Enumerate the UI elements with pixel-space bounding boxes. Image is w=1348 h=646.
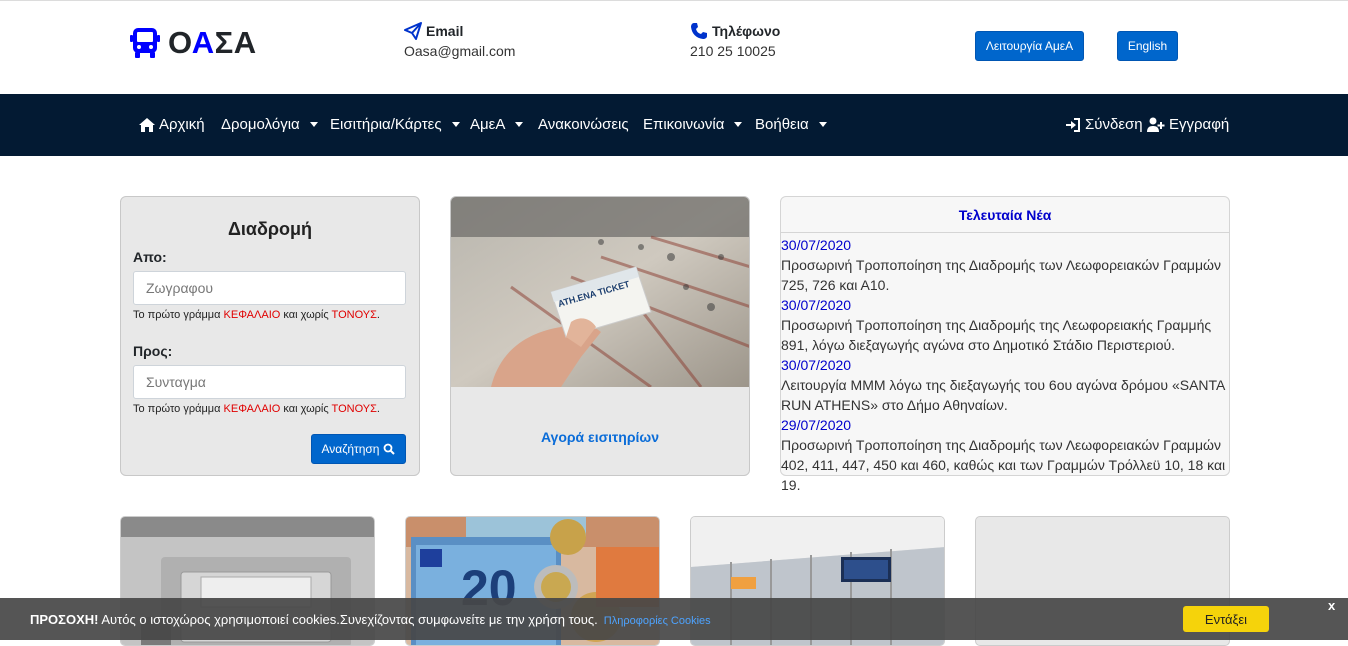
- caret-down-icon: [734, 122, 743, 127]
- nav-tickets-label: Εισιτήρια/Κάρτες: [330, 116, 442, 133]
- news-date: 29/07/2020: [781, 417, 852, 433]
- search-button-label: Αναζήτηση: [321, 442, 380, 456]
- buy-tickets-link[interactable]: Αγορά εισιτηρίων: [451, 429, 749, 445]
- news-title: Τελευταία Νέα: [781, 197, 1229, 233]
- bus-icon: [130, 28, 160, 58]
- news-date: 30/07/2020: [781, 237, 852, 253]
- accessibility-mode-button[interactable]: Λειτουργία ΑμεΑ: [975, 31, 1084, 61]
- nav-help-label: Βοήθεια: [755, 116, 809, 133]
- nav-home[interactable]: Αρχική: [139, 116, 205, 133]
- nav-login[interactable]: Σύνδεση: [1065, 116, 1143, 133]
- ticket-purchase-card[interactable]: ATH.ENA TICKET Αγορά εισιτηρίων: [450, 196, 750, 476]
- news-date: 30/07/2020: [781, 357, 852, 373]
- nav-login-label: Σύνδεση: [1085, 116, 1143, 133]
- nav-accessibility[interactable]: ΑμεΑ: [470, 116, 524, 133]
- cookie-accept-button[interactable]: Εντάξει: [1183, 606, 1269, 632]
- from-label: Απο:: [133, 249, 167, 265]
- phone-contact: Τηλέφωνο 210 25 10025: [690, 22, 780, 59]
- from-input[interactable]: Ζωγραφου: [133, 271, 406, 305]
- news-item[interactable]: Προσωρινή Τροποποίηση της Διαδρομής των …: [781, 435, 1229, 495]
- route-search-card: Διαδρομή Απο: Ζωγραφου Το πρώτο γράμμα Κ…: [120, 196, 420, 476]
- email-contact: Email Oasa@gmail.com: [404, 22, 515, 59]
- cookie-banner: ΠΡΟΣΟΧΗ! Αυτός ο ιστοχώρος χρησιμοποιεί …: [0, 598, 1348, 640]
- phone-icon: [691, 23, 707, 39]
- ticket-photo-graphic: ATH.ENA TICKET: [451, 197, 749, 387]
- user-plus-icon: [1147, 117, 1165, 132]
- cookie-info-link[interactable]: Πληροφορίες Cookies: [604, 615, 711, 627]
- phone-value[interactable]: 210 25 10025: [690, 43, 780, 59]
- home-icon: [139, 117, 155, 132]
- to-input[interactable]: Συνταγμα: [133, 365, 406, 399]
- language-button[interactable]: English: [1117, 31, 1178, 61]
- logo-text: ΟΑΣΑ: [168, 25, 257, 60]
- nav-contact[interactable]: Επικοινωνία: [643, 116, 743, 133]
- news-date: 30/07/2020: [781, 297, 852, 313]
- to-hint: Το πρώτο γράμμα ΚΕΦΑΛΑΙΟ και χωρίς ΤΟΝΟΥ…: [133, 403, 380, 415]
- to-label: Προς:: [133, 343, 173, 359]
- logo[interactable]: ΟΑΣΑ: [130, 25, 257, 61]
- news-list: 30/07/2020 Προσωρινή Τροποποίηση της Δια…: [781, 235, 1229, 495]
- paper-plane-icon: [404, 22, 422, 40]
- nav-routes[interactable]: Δρομολόγια: [221, 116, 318, 133]
- nav-help[interactable]: Βοήθεια: [755, 116, 827, 133]
- news-item[interactable]: Προσωρινή Τροποποίηση της Διαδρομής των …: [781, 255, 1229, 295]
- nav-home-label: Αρχική: [159, 116, 205, 133]
- from-hint: Το πρώτο γράμμα ΚΕΦΑΛΑΙΟ και χωρίς ΤΟΝΟΥ…: [133, 309, 380, 321]
- nav-contact-label: Επικοινωνία: [643, 116, 725, 133]
- site-header: ΟΑΣΑ Email Oasa@gmail.com Τηλέφωνο 210 2…: [0, 1, 1348, 94]
- latest-news-card: Τελευταία Νέα 30/07/2020 Προσωρινή Τροπο…: [780, 196, 1230, 493]
- nav-announcements-label: Ανακοινώσεις: [538, 116, 629, 133]
- route-title: Διαδρομή: [227, 219, 313, 239]
- main-navbar: Αρχική Δρομολόγια Εισιτήρια/Κάρτες ΑμεΑ …: [0, 94, 1348, 156]
- nav-routes-label: Δρομολόγια: [221, 116, 300, 133]
- sign-in-icon: [1066, 117, 1080, 132]
- cookie-close-button[interactable]: x: [1328, 598, 1335, 613]
- caret-down-icon: [309, 122, 318, 127]
- nav-accessibility-label: ΑμεΑ: [470, 116, 506, 133]
- caret-down-icon: [451, 122, 460, 127]
- caret-down-icon: [515, 122, 524, 127]
- news-item[interactable]: Λειτουργία ΜΜΜ λόγω της διεξαγωγής του 6…: [781, 375, 1229, 415]
- search-icon: [384, 443, 396, 455]
- search-button[interactable]: Αναζήτηση: [311, 434, 406, 464]
- news-item[interactable]: Προσωρινή Τροποποίηση της Διαδρομής της …: [781, 315, 1229, 355]
- nav-announcements[interactable]: Ανακοινώσεις: [538, 116, 629, 133]
- cookie-message: ΠΡΟΣΟΧΗ! Αυτός ο ιστοχώρος χρησιμοποιεί …: [30, 612, 711, 627]
- nav-tickets[interactable]: Εισιτήρια/Κάρτες: [330, 116, 460, 133]
- ticket-photo: ATH.ENA TICKET: [451, 197, 749, 387]
- email-value[interactable]: Oasa@gmail.com: [404, 43, 515, 59]
- caret-down-icon: [818, 122, 827, 127]
- phone-label: Τηλέφωνο: [712, 23, 781, 39]
- email-label: Email: [426, 23, 464, 39]
- nav-register-label: Εγγραφή: [1169, 116, 1230, 133]
- nav-register[interactable]: Εγγραφή: [1147, 116, 1229, 133]
